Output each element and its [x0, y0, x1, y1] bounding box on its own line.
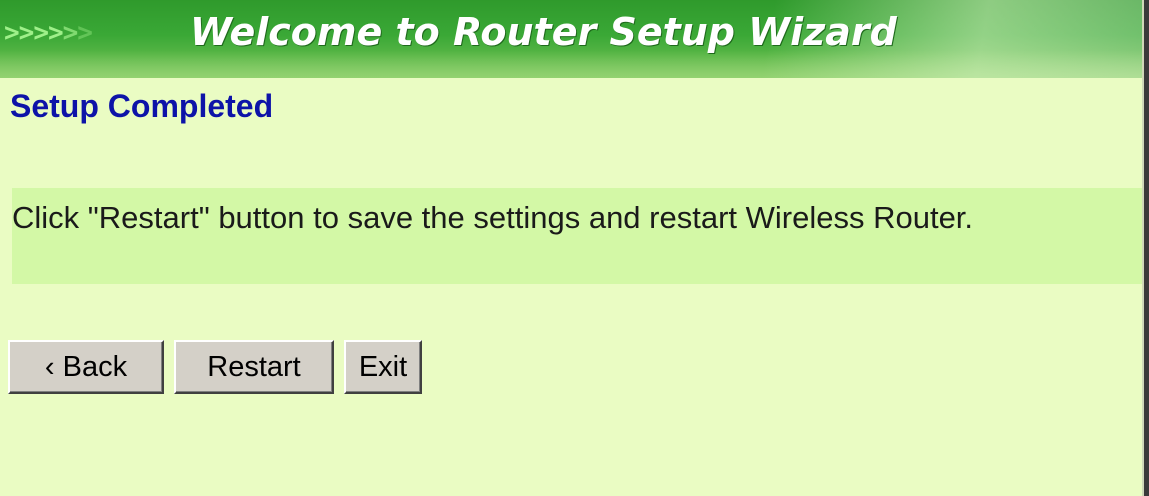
back-button[interactable]: ‹ Back	[8, 340, 164, 394]
arrow-glyph: >	[4, 18, 20, 48]
arrow-glyph: >	[62, 18, 79, 48]
arrow-glyph: >	[18, 18, 35, 48]
instruction-text: Click "Restart" button to save the setti…	[12, 200, 974, 235]
page-title: Setup Completed	[10, 88, 274, 124]
arrow-glyph: >	[47, 18, 64, 48]
restart-button[interactable]: Restart	[174, 340, 334, 394]
arrow-glyph: >	[33, 18, 49, 48]
window-edge	[1144, 0, 1149, 496]
arrows-decoration-icon: >>>>>>	[4, 18, 93, 48]
arrow-glyph: >	[77, 18, 93, 48]
wizard-page: >>>>>> Welcome to Router Setup Wizard Se…	[0, 0, 1149, 496]
message-band: Click "Restart" button to save the setti…	[12, 188, 1142, 284]
banner-shine	[0, 50, 1144, 78]
exit-button[interactable]: Exit	[344, 340, 422, 394]
wizard-title: Welcome to Router Setup Wizard	[190, 10, 897, 54]
wizard-banner: >>>>>> Welcome to Router Setup Wizard	[0, 0, 1144, 78]
